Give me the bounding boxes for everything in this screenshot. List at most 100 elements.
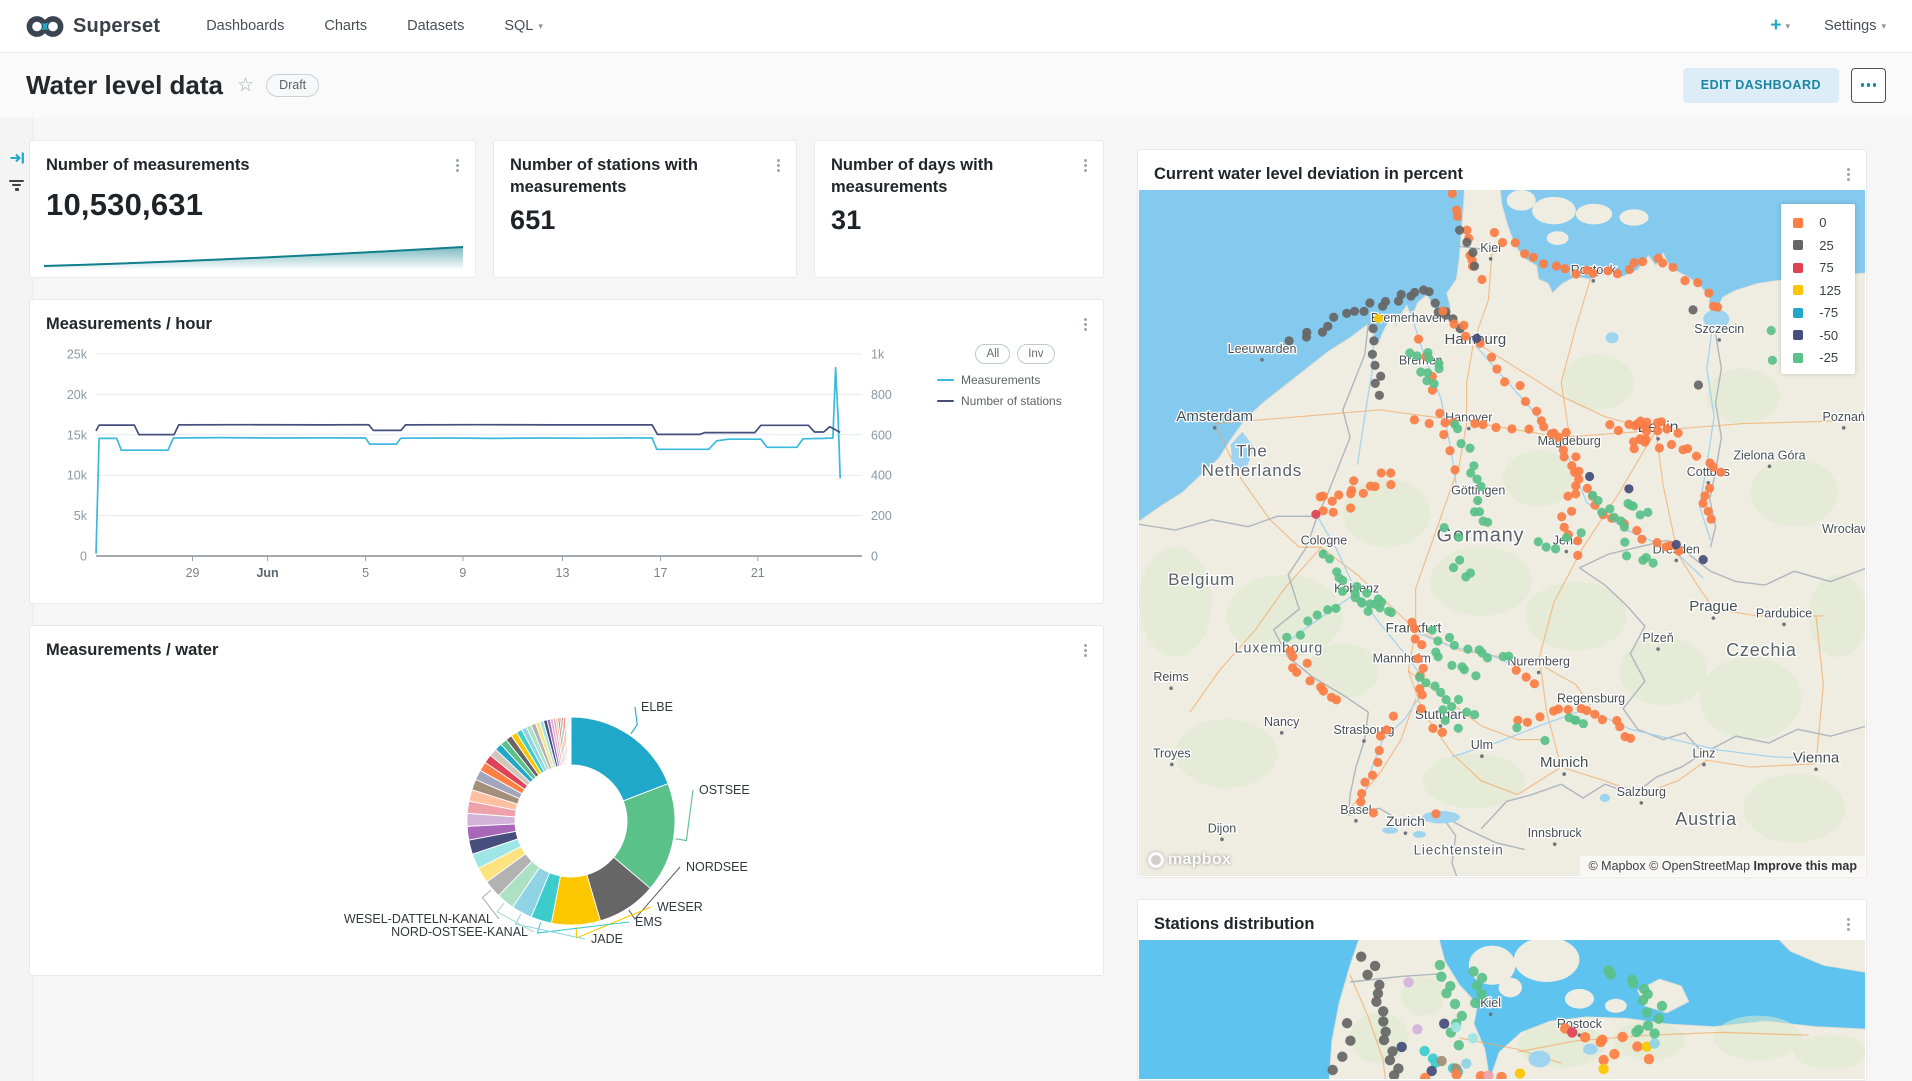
card-menu-kebab-icon[interactable]	[450, 154, 465, 177]
station-dot	[1699, 499, 1708, 508]
station-dot	[1638, 257, 1647, 266]
kpi-value: 10,530,631	[30, 177, 475, 223]
card-menu-kebab-icon[interactable]	[1078, 313, 1093, 336]
station-dot	[1303, 659, 1312, 668]
station-dot	[1470, 998, 1480, 1008]
station-dot	[1436, 972, 1446, 982]
station-dot	[1397, 290, 1406, 299]
superset-logo[interactable]: Superset	[26, 15, 160, 38]
station-dot	[1534, 537, 1543, 546]
station-dot	[1573, 551, 1582, 560]
station-dot	[1431, 299, 1440, 308]
stations-map[interactable]: KielRostock	[1139, 940, 1865, 1079]
svg-text:400: 400	[871, 469, 892, 483]
mapbox-logo[interactable]: mapbox	[1148, 851, 1231, 869]
more-actions-button[interactable]	[1851, 68, 1886, 103]
station-dot	[1329, 313, 1338, 322]
improve-map-link[interactable]: Improve this map	[1754, 859, 1858, 873]
station-dot	[1303, 616, 1312, 625]
legend-label: -25	[1819, 350, 1838, 365]
edit-dashboard-button[interactable]: EDIT DASHBOARD	[1683, 68, 1839, 103]
legend-swatch	[1793, 263, 1803, 273]
legend-all-button[interactable]: All	[975, 344, 1010, 364]
station-dot	[1323, 322, 1332, 331]
legend-label: -50	[1819, 328, 1838, 343]
line-chart[interactable]: 25k1k20k80015k60010k4005k2000029Jun59131…	[36, 340, 916, 598]
station-dot	[1603, 266, 1612, 275]
station-dot	[1292, 668, 1301, 677]
station-dot	[1346, 503, 1355, 512]
station-dot	[1598, 1064, 1608, 1074]
station-dot	[1564, 705, 1573, 714]
station-dot	[1414, 335, 1423, 344]
card-menu-kebab-icon[interactable]	[1841, 163, 1856, 186]
station-dot	[1606, 969, 1616, 979]
country-label: Luxembourg	[1234, 640, 1323, 656]
add-new-button[interactable]: +▾	[1770, 15, 1790, 37]
station-dot	[1378, 1016, 1388, 1026]
map-attribution: © Mapbox © OpenStreetMap Improve this ma…	[1580, 856, 1865, 876]
station-dot	[1417, 704, 1426, 713]
svg-text:800: 800	[871, 388, 892, 402]
legend-item-measurements[interactable]: Measurements	[937, 373, 1093, 387]
station-dot	[1386, 468, 1395, 477]
station-dot	[1650, 1038, 1660, 1048]
station-dot	[1441, 418, 1450, 427]
deviation-map[interactable]: BelgiumTheNetherlandsGermanyAustriaCzech…	[1139, 190, 1865, 876]
station-dot	[1674, 429, 1683, 438]
station-dot	[1371, 997, 1381, 1007]
card-menu-kebab-icon[interactable]	[1078, 639, 1093, 662]
station-dot	[1359, 307, 1368, 316]
svg-text:1k: 1k	[871, 348, 885, 362]
kpi-value: 31	[815, 199, 1103, 236]
settings-menu[interactable]: Settings▾	[1824, 18, 1886, 34]
station-dot	[1365, 298, 1374, 307]
nav-item-dashboards[interactable]: Dashboards	[206, 18, 284, 34]
station-dot	[1379, 1035, 1389, 1045]
station-dot	[1524, 425, 1533, 434]
station-dot	[1653, 426, 1662, 435]
station-dot	[1539, 422, 1548, 431]
station-dot	[1357, 789, 1366, 798]
legend-inv-button[interactable]: Inv	[1017, 344, 1054, 364]
station-dot	[1368, 350, 1377, 359]
station-dot	[1551, 544, 1560, 553]
donut-label: OSTSEE	[699, 783, 750, 797]
svg-text:5k: 5k	[74, 509, 88, 523]
map-card-water-level-deviation: Current water level deviation in percent…	[1137, 149, 1867, 878]
donut-chart[interactable]: ELBEOSTSEENORDSEEWESEREMSJADENORD-OSTSEE…	[46, 662, 1089, 964]
top-nav: Superset Dashboards Charts Datasets SQL▾…	[0, 0, 1912, 53]
station-dot	[1425, 287, 1434, 296]
city-label: Plzeň	[1642, 631, 1673, 645]
station-dot	[1371, 482, 1380, 491]
station-dot	[1450, 641, 1459, 650]
station-dot	[1457, 439, 1466, 448]
superset-infinity-icon	[26, 15, 64, 38]
card-title: Number of stations with measurements	[494, 141, 744, 199]
nav-item-sql[interactable]: SQL▾	[504, 18, 543, 34]
station-dot	[1713, 303, 1722, 312]
card-menu-kebab-icon[interactable]	[1841, 913, 1856, 936]
station-dot	[1535, 712, 1544, 721]
station-dot	[1375, 746, 1384, 755]
card-menu-kebab-icon[interactable]	[771, 154, 786, 177]
map-canvas[interactable]: KielRostock	[1139, 940, 1865, 1079]
card-menu-kebab-icon[interactable]	[1078, 154, 1093, 177]
station-dot	[1642, 427, 1651, 436]
nav-item-datasets[interactable]: Datasets	[407, 18, 464, 34]
station-dot	[1615, 722, 1624, 731]
station-dot	[1567, 1027, 1577, 1037]
city-label: Nancy	[1264, 715, 1300, 729]
station-dot	[1385, 1055, 1395, 1065]
station-dot	[1473, 496, 1482, 505]
station-dot	[1542, 542, 1551, 551]
city-label: Kiel	[1480, 241, 1501, 255]
nav-item-charts[interactable]: Charts	[324, 18, 367, 34]
map-canvas[interactable]: BelgiumTheNetherlandsGermanyAustriaCzech…	[1139, 190, 1865, 876]
station-dot	[1617, 1032, 1627, 1042]
svg-text:Jun: Jun	[256, 566, 278, 580]
legend-item-number-of-stations[interactable]: Number of stations	[937, 394, 1093, 408]
station-dot	[1688, 305, 1697, 314]
favorite-star-icon[interactable]: ☆	[237, 74, 254, 97]
station-dot	[1628, 978, 1638, 988]
